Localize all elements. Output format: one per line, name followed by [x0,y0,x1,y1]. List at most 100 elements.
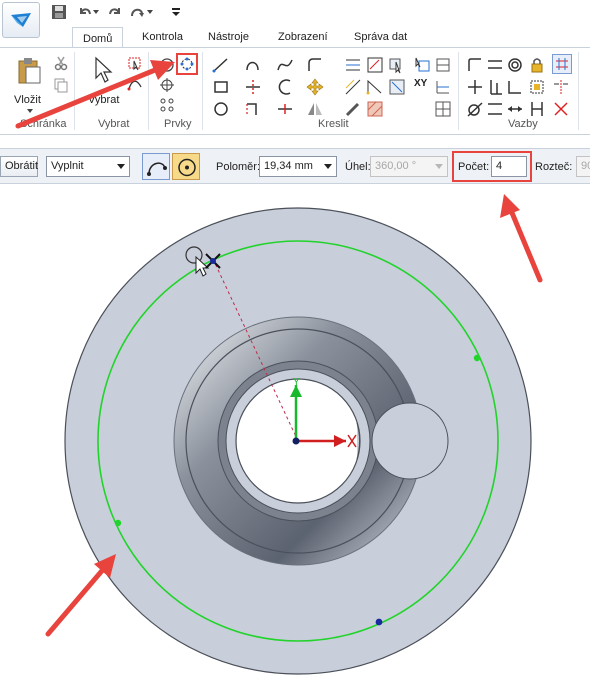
snap-icon[interactable] [434,56,452,74]
delete-relations-icon[interactable] [552,100,570,118]
part-keyway [371,402,449,480]
collinear-relation-icon[interactable] [486,100,504,118]
ribbon-tabs: Domů Kontrola Nástroje Zobrazení Správa … [0,26,590,49]
tab-sprava-dat[interactable]: Správa dat [354,26,407,48]
symmetric-relation-icon[interactable] [552,78,570,96]
chevron-down-icon [117,164,125,169]
intersection-icon[interactable] [388,56,406,74]
parallel-relation-icon[interactable] [486,78,504,96]
arc-tool-icon[interactable] [244,56,262,74]
rigid-set-icon[interactable] [528,78,546,96]
group-divider [148,52,149,130]
group-divider [578,52,579,130]
dimension-icon[interactable] [366,78,384,96]
redo-icon[interactable] [106,4,124,20]
customize-qat-icon[interactable] [170,4,182,20]
xy-coordinates-label[interactable]: XY [414,78,427,89]
grid-points-icon[interactable] [414,56,432,74]
tangent-circle-icon[interactable] [466,100,484,118]
pattern-point [473,354,481,362]
relationship-handles-icon[interactable] [552,54,572,74]
tab-domu[interactable]: Domů [72,27,124,49]
convert-icon[interactable] [366,56,384,74]
angle-value: 360,00 ° [375,160,417,172]
equal-relation-icon[interactable] [506,100,524,118]
tab-kontrola[interactable]: Kontrola [142,26,183,48]
pattern-point-active [375,618,383,626]
radius-label: Poloměr: [216,161,261,173]
tab-zobrazeni[interactable]: Zobrazení [278,26,328,48]
group-label-draw: Kreslit [318,118,349,130]
full-circle-mode-icon [178,158,196,177]
select-area-icon[interactable] [126,54,144,72]
point-feature-icon[interactable] [158,76,176,94]
paste-label[interactable]: Vložit [14,94,41,106]
cut-icon[interactable] [52,54,70,72]
repeat-dropdown-icon[interactable] [146,4,154,20]
group-divider [74,52,75,130]
fill-mode-select[interactable]: Vyplnit [46,156,130,177]
curve-tool-icon[interactable] [276,56,294,74]
repeat-icon[interactable] [128,4,146,20]
lock-relation-icon[interactable] [528,56,546,74]
line-tool-icon[interactable] [212,56,230,74]
trim-tool-icon[interactable] [244,78,262,96]
pattern-point [114,519,122,527]
horizontal-relation-icon[interactable] [506,78,524,96]
group-divider [458,52,459,130]
relationship-grid-icon[interactable] [434,100,452,118]
fill-hatch-icon[interactable] [366,100,384,118]
edit-pencil-icon[interactable] [344,100,362,118]
grid-toggle-icon[interactable] [434,78,452,96]
fillet-tool-icon[interactable] [306,56,324,74]
spacing-input: 90 [576,156,590,177]
command-bar: Obrátit Vyplnit Poloměr: 19,34 mm Úhel: … [0,148,590,184]
include-icon[interactable] [388,78,406,96]
circle-feature-icon[interactable] [158,56,176,74]
chevron-down-icon [435,164,443,169]
angle-input: 360,00 ° [370,156,448,177]
fill-mode-value: Vyplnit [51,160,84,172]
rectangle-tool-icon[interactable] [212,78,230,96]
perpendicular-relation-icon[interactable] [466,78,484,96]
clipboard-paste-icon[interactable] [14,56,44,86]
count-input[interactable]: 4 [491,156,527,177]
angle-label: Úhel: [345,161,371,173]
chevron-down-icon [324,164,332,169]
tab-nastroje[interactable]: Nástroje [208,26,249,48]
connect-relation-icon[interactable] [466,56,484,74]
spacing-label: Rozteč: [535,161,573,173]
select-bezier-icon[interactable] [126,76,144,94]
project-icon[interactable] [344,56,362,74]
axis-y-label: Y [293,377,300,388]
rectangular-pattern-icon[interactable] [158,96,176,114]
arc-mode-button[interactable] [142,153,170,180]
save-icon[interactable] [50,4,68,20]
undo-dropdown-icon[interactable] [92,4,100,20]
flip-button[interactable]: Obrátit [0,156,38,177]
sketch-canvas[interactable]: Y [0,185,590,690]
quick-access-toolbar [0,0,590,38]
radius-input[interactable]: 19,34 mm [259,156,337,177]
arc-mode-icon [147,162,167,176]
circular-pattern-icon[interactable] [176,53,198,75]
copy-icon[interactable] [52,76,70,94]
concentric-relation-icon[interactable] [486,56,504,74]
offset-tool-icon[interactable] [276,78,294,96]
extend-tool-icon[interactable] [244,100,262,118]
tangent-relation-icon[interactable] [506,56,524,74]
paste-dropdown-icon[interactable] [26,108,34,114]
maintain-relations-icon[interactable] [528,100,546,118]
split-tool-icon[interactable] [276,100,294,118]
group-label-constraints: Vazby [508,118,538,130]
group-label-features: Prvky [164,118,192,130]
circle-tool-icon[interactable] [212,100,230,118]
full-circle-mode-button[interactable] [172,153,200,180]
select-arrow-icon[interactable] [92,56,114,84]
group-label-select: Vybrat [98,118,130,130]
mirror-tool-icon[interactable] [306,100,324,118]
select-tool-label[interactable]: Vybrat [88,94,119,106]
lines-tangent-icon[interactable] [344,78,362,96]
move-tool-icon[interactable] [306,78,324,96]
radius-value: 19,34 mm [264,160,313,172]
